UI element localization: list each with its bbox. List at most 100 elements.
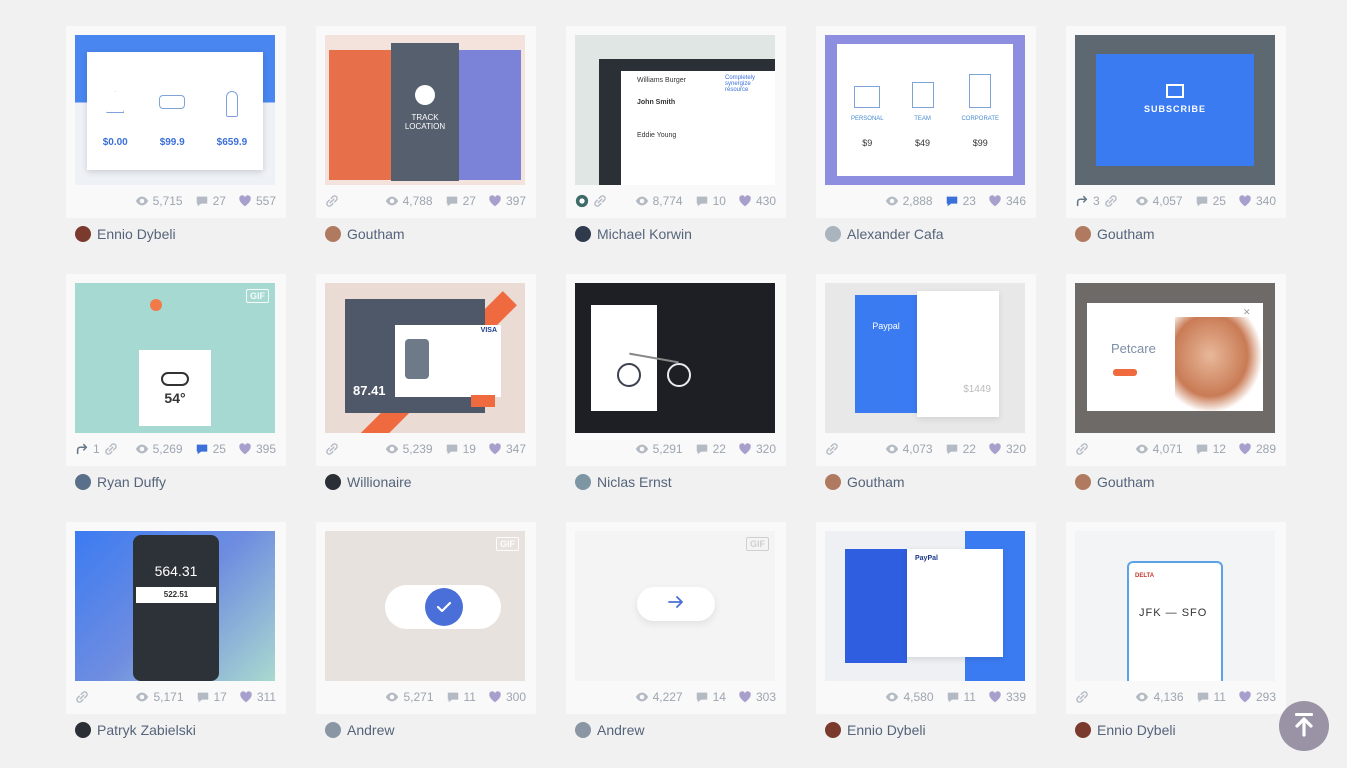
shot-thumbnail[interactable]: GIF 54° (75, 283, 275, 433)
avatar (75, 474, 91, 490)
likes-count[interactable]: 289 (1238, 442, 1276, 456)
likes-count[interactable]: 340 (1238, 194, 1276, 208)
gif-badge: GIF (496, 537, 519, 551)
shot-stats: 4,580 11 339 (825, 681, 1026, 712)
comments-count[interactable]: 11 (946, 690, 976, 704)
shot-thumbnail[interactable]: GIF (325, 531, 525, 681)
shot-thumbnail[interactable]: GIF (575, 531, 775, 681)
shot-thumbnail[interactable] (575, 283, 775, 433)
author-link[interactable]: Goutham (325, 226, 405, 242)
shot-thumbnail[interactable]: Paypal $1449 (825, 283, 1025, 433)
author-link[interactable]: Patryk Zabielski (75, 722, 196, 738)
shot-thumbnail[interactable]: $0.00 $99.9 $659.9 (75, 35, 275, 185)
shot-thumbnail[interactable]: TRACK LOCATION (325, 35, 525, 185)
eye-icon (635, 442, 649, 456)
avatar (1075, 226, 1091, 242)
comments-count[interactable]: 27 (195, 194, 226, 208)
rebound-arrow-icon (1075, 194, 1089, 208)
likes-count[interactable]: 339 (988, 690, 1026, 704)
likes-count[interactable]: 303 (738, 690, 776, 704)
author-link[interactable]: Goutham (825, 474, 905, 490)
comments-count[interactable]: 22 (695, 442, 726, 456)
attachment-icon[interactable] (593, 194, 607, 208)
comments-count[interactable]: 11 (1196, 690, 1226, 704)
views-count: 4,227 (635, 690, 683, 704)
shot-card: TRACK LOCATION 4,788 27 397 Goutham (316, 26, 536, 250)
attachment-icon[interactable] (325, 194, 339, 208)
author-link[interactable]: Ennio Dybeli (1075, 722, 1176, 738)
author-link[interactable]: Goutham (1075, 226, 1155, 242)
comments-count[interactable]: 17 (196, 690, 227, 704)
attachment-icon[interactable] (1104, 194, 1118, 208)
author-link[interactable]: Niclas Ernst (575, 474, 672, 490)
attachment-icon[interactable] (1075, 442, 1089, 456)
likes-count[interactable]: 557 (238, 194, 276, 208)
cloud-sun-icon (161, 372, 189, 386)
shot-stats: 4,136 11 293 (1075, 681, 1276, 712)
shots-grid: $0.00 $99.9 $659.9 5,715 27 557 Ennio Dy… (66, 26, 1286, 746)
author-link[interactable]: Andrew (325, 722, 394, 738)
shot-card: PayPal 4,580 11 339 Ennio Dybeli (816, 522, 1036, 746)
likes-count[interactable]: 311 (239, 690, 276, 704)
likes-count[interactable]: 346 (988, 194, 1026, 208)
avatar (575, 226, 591, 242)
shot-thumbnail[interactable]: DELTA JFK — SFO (1075, 531, 1275, 681)
shot-thumbnail[interactable]: PERSONAL $9 TEAM $49 CORPORATE $99 (825, 35, 1025, 185)
shot-stats: 5,291 22 320 (575, 433, 776, 464)
comments-count[interactable]: 23 (945, 194, 976, 208)
likes-count[interactable]: 300 (488, 690, 526, 704)
shot-frame: $0.00 $99.9 $659.9 5,715 27 557 (66, 26, 286, 218)
rebounds-count[interactable]: 3 (1075, 194, 1100, 208)
likes-count[interactable]: 430 (738, 194, 776, 208)
author-link[interactable]: Willionaire (325, 474, 412, 490)
author-link[interactable]: Alexander Cafa (825, 226, 944, 242)
shot-thumbnail[interactable]: 564.31 522.51 (75, 531, 275, 681)
attachment-icon[interactable] (104, 442, 118, 456)
team-badge-icon[interactable] (575, 194, 589, 208)
shot-frame: TRACK LOCATION 4,788 27 397 (316, 26, 536, 218)
comments-count[interactable]: 27 (445, 194, 476, 208)
arrow-up-icon (1292, 711, 1316, 742)
comments-count[interactable]: 11 (446, 690, 476, 704)
likes-count[interactable]: 320 (738, 442, 776, 456)
avatar (575, 722, 591, 738)
shot-thumbnail[interactable]: SUBSCRIBE (1075, 35, 1275, 185)
shot-card: GIF 5,271 11 300 Andrew (316, 522, 536, 746)
close-icon[interactable]: ✕ (1243, 307, 1251, 318)
likes-count[interactable]: 320 (988, 442, 1026, 456)
author-link[interactable]: Goutham (1075, 474, 1155, 490)
shot-thumbnail[interactable]: 87.41 VISA (325, 283, 525, 433)
comments-count[interactable]: 22 (945, 442, 976, 456)
likes-count[interactable]: 293 (1238, 690, 1276, 704)
author-link[interactable]: Andrew (575, 722, 644, 738)
author-link[interactable]: Ryan Duffy (75, 474, 166, 490)
comments-count[interactable]: 14 (695, 690, 726, 704)
back-to-top-button[interactable] (1279, 701, 1329, 751)
attachment-icon[interactable] (1075, 690, 1089, 704)
shot-thumbnail[interactable]: PayPal (825, 531, 1025, 681)
shot-frame: Paypal $1449 4,073 22 320 (816, 274, 1036, 466)
dog-image (1175, 317, 1263, 413)
shot-frame: GIF 4,227 14 303 (566, 522, 786, 714)
rebounds-count[interactable]: 1 (75, 442, 100, 456)
author-link[interactable]: Michael Korwin (575, 226, 692, 242)
author-link[interactable]: Ennio Dybeli (75, 226, 176, 242)
avatar (75, 722, 91, 738)
comments-count[interactable]: 12 (1195, 442, 1226, 456)
attachment-icon[interactable] (75, 690, 89, 704)
likes-count[interactable]: 347 (488, 442, 526, 456)
comments-count[interactable]: 19 (445, 442, 476, 456)
attachment-icon[interactable] (825, 442, 839, 456)
comments-count[interactable]: 10 (695, 194, 726, 208)
author-link[interactable]: Ennio Dybeli (825, 722, 926, 738)
shot-frame: 564.31 522.51 5,171 17 311 (66, 522, 286, 714)
shot-stats: 5,271 11 300 (325, 681, 526, 712)
attachment-icon[interactable] (325, 442, 339, 456)
likes-count[interactable]: 395 (238, 442, 276, 456)
comments-count[interactable]: 25 (1195, 194, 1226, 208)
heart-icon (988, 194, 1002, 208)
comments-count[interactable]: 25 (195, 442, 226, 456)
likes-count[interactable]: 397 (488, 194, 526, 208)
shot-thumbnail[interactable]: Williams Burger John Smith Eddie Young C… (575, 35, 775, 185)
shot-thumbnail[interactable]: Petcare ✕ (1075, 283, 1275, 433)
